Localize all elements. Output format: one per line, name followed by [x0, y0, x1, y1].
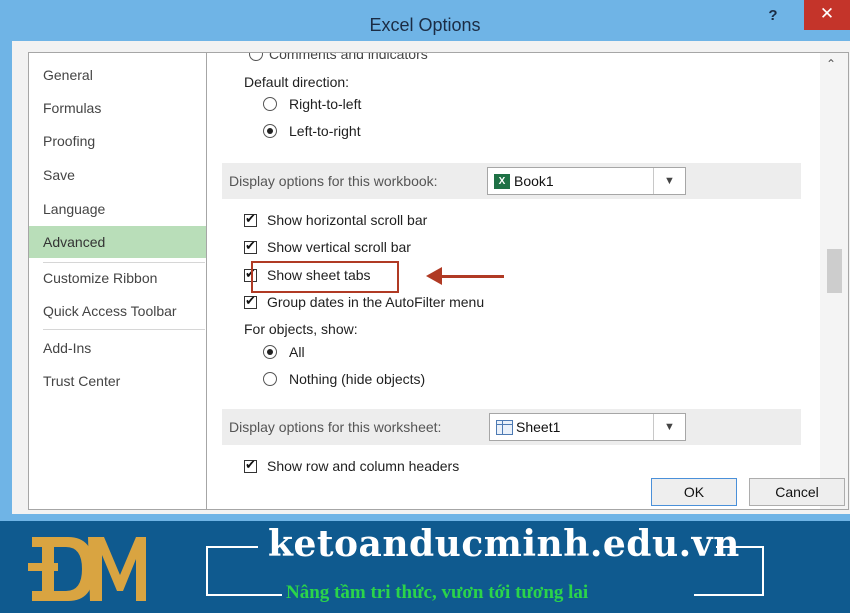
- sidebar-item-language[interactable]: Language: [29, 193, 213, 225]
- vscroll-checkbox[interactable]: [244, 238, 257, 254]
- sidebar-item-advanced[interactable]: Advanced: [29, 226, 213, 258]
- sidebar-item-general[interactable]: General: [29, 59, 213, 91]
- advanced-options-panel: Comments and indicators Default directio…: [206, 52, 849, 510]
- row-col-headers-label: Show row and column headers: [267, 458, 460, 474]
- title-bar[interactable]: Excel Options ? ✕: [0, 0, 850, 47]
- cancel-button[interactable]: Cancel: [749, 478, 845, 506]
- sidebar-item-proofing[interactable]: Proofing: [29, 125, 213, 157]
- site-slogan: Nâng tầm tri thức, vươn tới tương lai: [286, 582, 589, 603]
- hscroll-checkbox[interactable]: [244, 211, 257, 227]
- excel-workbook-icon: X: [494, 174, 510, 189]
- rtl-option[interactable]: Right-to-left: [263, 96, 362, 112]
- sidebar-item-quick-access-toolbar[interactable]: Quick Access Toolbar: [29, 295, 213, 327]
- vscroll-label: Show vertical scroll bar: [267, 239, 411, 255]
- group-dates-label: Group dates in the AutoFilter menu: [267, 294, 485, 310]
- sidebar-divider: [43, 329, 205, 330]
- group-dates-checkbox[interactable]: [244, 293, 257, 309]
- workbook-select-value: Book1: [514, 173, 554, 189]
- objects-all-option[interactable]: All: [263, 344, 305, 360]
- rtl-label: Right-to-left: [289, 96, 362, 112]
- objects-nothing-radio[interactable]: [263, 372, 277, 386]
- worksheet-icon: [496, 420, 513, 435]
- sidebar-item-add-ins[interactable]: Add-Ins: [29, 332, 213, 364]
- sidebar-item-customize-ribbon[interactable]: Customize Ribbon: [29, 262, 213, 294]
- dialog-body: General Formulas Proofing Save Language …: [12, 41, 850, 514]
- help-button[interactable]: ?: [763, 6, 783, 26]
- sidebar-item-trust-center[interactable]: Trust Center: [29, 365, 213, 397]
- objects-all-label: All: [289, 344, 305, 360]
- worksheet-select[interactable]: Sheet1 ▼: [489, 413, 686, 441]
- excel-options-dialog: Excel Options ? ✕ General Formulas Proof…: [0, 0, 850, 521]
- dialog-title: Excel Options: [369, 15, 481, 35]
- annotation-arrow-shaft: [439, 275, 504, 278]
- comments-radio[interactable]: [249, 53, 263, 61]
- objects-nothing-option[interactable]: Nothing (hide objects): [263, 371, 426, 387]
- ltr-radio[interactable]: [263, 124, 277, 138]
- vscroll-option[interactable]: Show vertical scroll bar: [244, 238, 411, 255]
- workbook-options-header: Display options for this workbook: X Boo…: [222, 163, 801, 199]
- comments-label: Comments and indicators: [269, 52, 428, 62]
- brand-logo-icon: [28, 537, 146, 601]
- site-name: ketoanducminh.edu.vn: [268, 523, 740, 565]
- scroll-thumb[interactable]: [827, 249, 842, 293]
- scroll-up-icon[interactable]: ⌃: [826, 57, 836, 71]
- options-sidebar: General Formulas Proofing Save Language …: [28, 52, 213, 510]
- hscroll-label: Show horizontal scroll bar: [267, 212, 428, 228]
- chevron-down-icon[interactable]: ▼: [653, 414, 685, 440]
- default-direction-label: Default direction:: [244, 74, 350, 90]
- objects-label: For objects, show:: [244, 321, 358, 337]
- close-button[interactable]: ✕: [804, 0, 850, 30]
- worksheet-options-label: Display options for this worksheet:: [229, 419, 442, 435]
- banner-frame: [694, 594, 764, 596]
- rtl-radio[interactable]: [263, 97, 277, 111]
- comments-option-cut[interactable]: Comments and indicators: [249, 52, 428, 62]
- row-col-headers-option[interactable]: Show row and column headers: [244, 457, 460, 474]
- promo-banner: ketoanducminh.edu.vn Nâng tầm tri thức, …: [0, 521, 850, 613]
- banner-frame: [762, 546, 764, 596]
- worksheet-select-value: Sheet1: [516, 419, 561, 435]
- worksheet-options-header: Display options for this worksheet: Shee…: [222, 409, 801, 445]
- arrow-left-icon: [426, 267, 442, 285]
- workbook-select[interactable]: X Book1 ▼: [487, 167, 686, 195]
- banner-frame: [206, 546, 258, 548]
- workbook-options-label: Display options for this workbook:: [229, 173, 438, 189]
- ok-button[interactable]: OK: [651, 478, 737, 506]
- objects-nothing-label: Nothing (hide objects): [289, 371, 426, 387]
- chevron-down-icon[interactable]: ▼: [653, 168, 685, 194]
- vertical-scrollbar[interactable]: ⌃ ⌄: [820, 53, 848, 509]
- ltr-label: Left-to-right: [289, 123, 361, 139]
- ltr-option[interactable]: Left-to-right: [263, 123, 361, 139]
- hscroll-option[interactable]: Show horizontal scroll bar: [244, 211, 428, 228]
- banner-frame: [206, 546, 208, 596]
- sidebar-item-formulas[interactable]: Formulas: [29, 92, 213, 124]
- objects-all-radio[interactable]: [263, 345, 277, 359]
- group-dates-option[interactable]: Group dates in the AutoFilter menu: [244, 293, 485, 310]
- highlight-box: [251, 261, 399, 293]
- banner-frame: [206, 594, 282, 596]
- sidebar-item-save[interactable]: Save: [29, 159, 213, 191]
- row-col-headers-checkbox[interactable]: [244, 457, 257, 473]
